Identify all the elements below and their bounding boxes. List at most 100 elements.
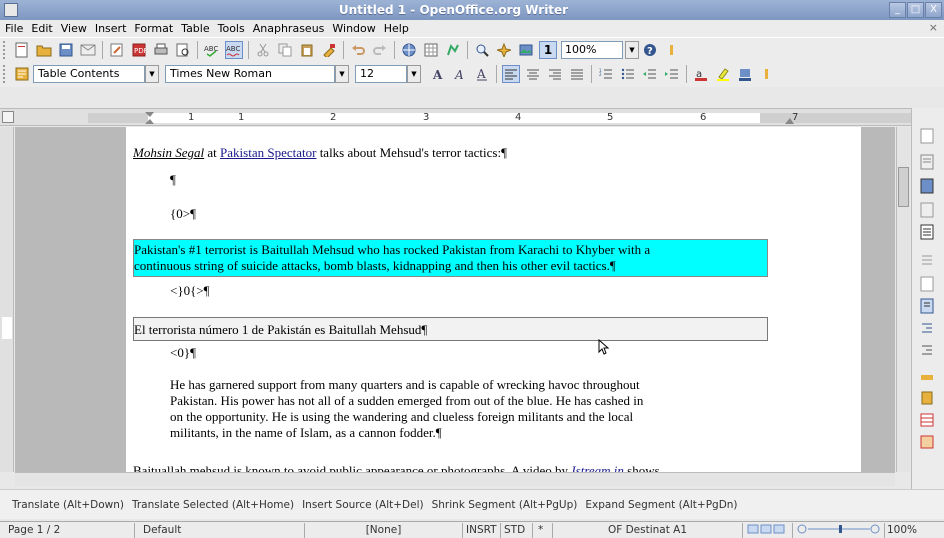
quote-line[interactable]: Pakistan. His power has not all of a sud… bbox=[170, 393, 643, 408]
horizontal-scrollbar[interactable] bbox=[15, 472, 895, 486]
find-replace-icon[interactable] bbox=[473, 41, 491, 59]
justify-icon[interactable] bbox=[568, 65, 586, 83]
paragraph-intro[interactable]: Mohsin Segal at Pakistan Spectator talks… bbox=[133, 145, 507, 160]
author-link[interactable]: Mohsin Segal bbox=[133, 145, 204, 160]
source-segment[interactable]: Pakistan's #1 terrorist is Baitullah Meh… bbox=[133, 239, 768, 277]
menu-insert[interactable]: Insert bbox=[94, 22, 134, 35]
menu-tools[interactable]: Tools bbox=[217, 22, 252, 35]
highlighting-icon[interactable] bbox=[714, 65, 732, 83]
sidebar-styles-icon[interactable] bbox=[918, 154, 938, 170]
app-icon[interactable] bbox=[4, 3, 18, 17]
align-right-icon[interactable] bbox=[546, 65, 564, 83]
hyperlink-icon[interactable] bbox=[400, 41, 418, 59]
sidebar-frame-icon[interactable] bbox=[918, 276, 938, 292]
show-draw-functions-icon[interactable] bbox=[444, 41, 462, 59]
minimize-button[interactable]: _ bbox=[889, 2, 906, 18]
open-icon[interactable] bbox=[35, 41, 53, 59]
sidebar-form-icon[interactable] bbox=[918, 434, 938, 450]
view-layout-buttons[interactable] bbox=[743, 522, 793, 538]
redo-icon[interactable] bbox=[371, 41, 389, 59]
segment-close-tag[interactable]: <0}¶ bbox=[170, 345, 196, 360]
left-indent-marker[interactable] bbox=[145, 112, 155, 124]
menu-file[interactable]: File bbox=[4, 22, 30, 35]
tab-type-selector[interactable] bbox=[2, 111, 14, 123]
document-page[interactable]: Mohsin Segal at Pakistan Spectator talks… bbox=[126, 127, 861, 472]
navigator-icon[interactable] bbox=[495, 41, 513, 59]
font-color-icon[interactable]: a bbox=[692, 65, 710, 83]
bullets-icon[interactable] bbox=[619, 65, 637, 83]
table-icon[interactable] bbox=[422, 41, 440, 59]
zoom-field[interactable]: 100% bbox=[561, 40, 623, 59]
sidebar-table-icon[interactable] bbox=[918, 412, 938, 428]
segment-open-tag[interactable]: {0>¶ bbox=[170, 206, 196, 221]
translate-selected-button[interactable]: Translate Selected (Alt+Home) bbox=[128, 499, 298, 511]
quote-line[interactable]: on the opportunity. He is using the wand… bbox=[170, 409, 633, 424]
spellcheck-icon[interactable]: ABC bbox=[203, 41, 221, 59]
paragraph-style-dropdown-button[interactable]: ▼ bbox=[145, 65, 159, 83]
background-color-icon[interactable] bbox=[736, 65, 754, 83]
maximize-button[interactable]: □ bbox=[907, 2, 924, 18]
menu-anaphraseus[interactable]: Anaphraseus bbox=[252, 22, 332, 35]
clone-formatting-icon[interactable] bbox=[320, 41, 338, 59]
sidebar-page-icon[interactable] bbox=[918, 128, 938, 144]
sidebar-properties-icon[interactable] bbox=[918, 224, 938, 240]
font-name-dropdown-button[interactable]: ▼ bbox=[335, 65, 349, 83]
vertical-scrollbar[interactable] bbox=[896, 127, 910, 472]
sidebar-highlight-icon[interactable] bbox=[918, 370, 938, 386]
font-name-field[interactable]: Times New Roman bbox=[165, 65, 335, 83]
document-canvas[interactable]: Mohsin Segal at Pakistan Spectator talks… bbox=[15, 127, 895, 472]
new-document-icon[interactable] bbox=[13, 41, 31, 59]
increase-indent-icon[interactable] bbox=[663, 65, 681, 83]
gallery-icon[interactable] bbox=[517, 41, 535, 59]
toolbar-grip[interactable] bbox=[3, 40, 7, 59]
cut-icon[interactable] bbox=[254, 41, 272, 59]
sidebar-indent-icon[interactable] bbox=[918, 320, 938, 336]
status-zoom[interactable]: 100% bbox=[885, 523, 919, 538]
sidebar-spacing-icon[interactable] bbox=[918, 342, 938, 358]
status-selection-mode[interactable]: STD bbox=[501, 522, 533, 538]
expand-segment-button[interactable]: Expand Segment (Alt+PgDn) bbox=[581, 499, 741, 511]
italic-icon[interactable]: A bbox=[451, 65, 469, 83]
vertical-scrollbar-thumb[interactable] bbox=[898, 167, 909, 207]
empty-paragraph-mark[interactable]: ¶ bbox=[170, 172, 176, 187]
nonprinting-characters-icon[interactable]: 1 bbox=[539, 40, 557, 59]
sidebar-gallery-icon[interactable] bbox=[918, 178, 938, 194]
undo-icon[interactable] bbox=[349, 41, 367, 59]
font-size-field[interactable]: 12 bbox=[355, 65, 407, 83]
status-insert-mode[interactable]: INSRT bbox=[463, 522, 501, 538]
quote-line[interactable]: He has garnered support from many quarte… bbox=[170, 377, 640, 392]
horizontal-ruler[interactable]: 1 1 2 3 4 5 6 7 bbox=[0, 108, 944, 126]
sidebar-wrap-icon[interactable] bbox=[918, 298, 938, 314]
copy-icon[interactable] bbox=[276, 41, 294, 59]
segment-mid-tag[interactable]: <}0{>¶ bbox=[170, 283, 210, 298]
menu-format[interactable]: Format bbox=[133, 22, 180, 35]
sidebar-navigator-icon[interactable] bbox=[918, 202, 938, 218]
vertical-ruler[interactable] bbox=[0, 127, 14, 472]
shrink-segment-button[interactable]: Shrink Segment (Alt+PgUp) bbox=[428, 499, 582, 511]
toolbar-options-icon[interactable] bbox=[758, 65, 776, 83]
email-icon[interactable] bbox=[79, 41, 97, 59]
decrease-indent-icon[interactable] bbox=[641, 65, 659, 83]
align-left-icon[interactable] bbox=[502, 65, 520, 83]
status-page[interactable]: Page 1 / 2 bbox=[0, 522, 135, 538]
help-icon[interactable]: ? bbox=[641, 41, 659, 59]
sidebar-note-icon[interactable] bbox=[918, 390, 938, 406]
istream-link[interactable]: Istream.in bbox=[571, 463, 624, 472]
print-preview-icon[interactable] bbox=[174, 41, 192, 59]
font-size-dropdown-button[interactable]: ▼ bbox=[407, 65, 421, 83]
save-icon[interactable] bbox=[57, 41, 75, 59]
site-link[interactable]: Pakistan Spectator bbox=[220, 145, 316, 160]
menu-view[interactable]: View bbox=[60, 22, 94, 35]
menu-table[interactable]: Table bbox=[180, 22, 216, 35]
menu-edit[interactable]: Edit bbox=[30, 22, 59, 35]
zoom-dropdown-button[interactable]: ▼ bbox=[625, 40, 639, 59]
zoom-slider[interactable] bbox=[793, 522, 885, 538]
toolbar-grip[interactable] bbox=[3, 65, 7, 83]
autospellcheck-icon[interactable]: ABC bbox=[225, 40, 243, 59]
close-document-button[interactable]: × bbox=[929, 21, 938, 34]
status-language[interactable]: [None] bbox=[305, 522, 463, 538]
paste-icon[interactable] bbox=[298, 41, 316, 59]
target-segment[interactable]: El terrorista número 1 de Pakistán es Ba… bbox=[133, 317, 768, 341]
toolbar-options-icon[interactable] bbox=[663, 41, 681, 59]
status-page-style[interactable]: Default bbox=[135, 522, 305, 538]
